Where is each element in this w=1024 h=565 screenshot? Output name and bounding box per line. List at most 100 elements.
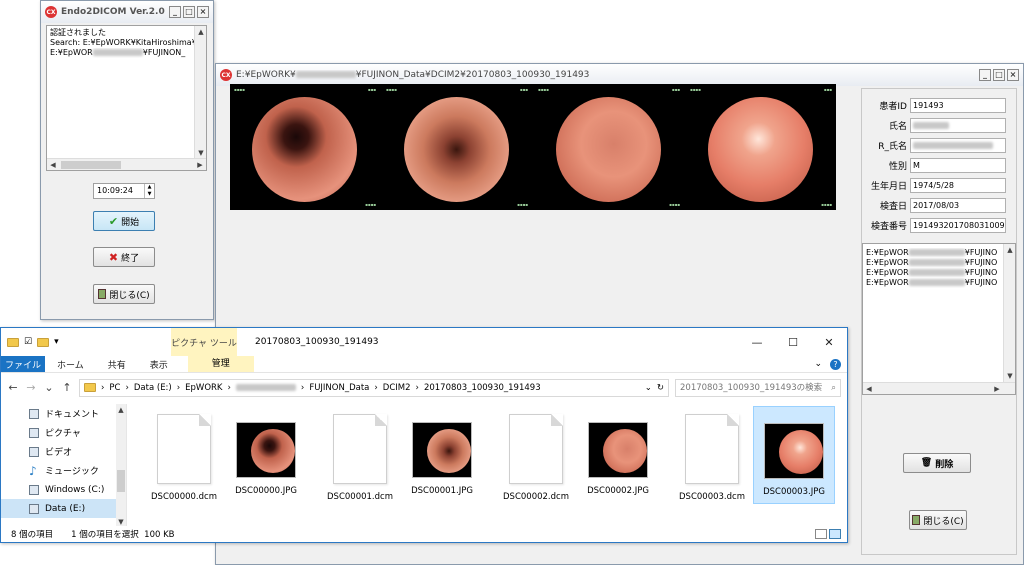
nav-item-videos[interactable]: ビデオ (1, 442, 126, 461)
file-item[interactable]: DSC00000.dcm (143, 406, 225, 504)
scroll-up-icon[interactable]: ▲ (1004, 244, 1016, 256)
refresh-icon[interactable]: ↻ (657, 383, 664, 393)
picture-tools-tab[interactable]: ピクチャ ツール (171, 328, 237, 356)
scroll-left-icon[interactable]: ◀ (863, 383, 875, 395)
maximize-button[interactable]: □ (993, 69, 1005, 81)
tab-share[interactable]: 共有 (96, 358, 138, 371)
properties-icon[interactable]: ☑ (24, 337, 32, 347)
file-item-selected[interactable]: DSC00003.JPG (753, 406, 835, 504)
status-line: E:¥EpWOR ¥FUJINON_ (50, 48, 186, 57)
delete-button[interactable]: 🗑 削除 (903, 453, 971, 473)
trash-icon: 🗑 (920, 458, 933, 468)
nav-item-windows-c[interactable]: Windows (C:) (1, 480, 126, 499)
file-item[interactable]: DSC00002.dcm (495, 406, 577, 504)
tab-home[interactable]: ホーム (45, 358, 96, 371)
scroll-thumb[interactable] (117, 470, 125, 492)
back-icon[interactable]: ← (7, 381, 19, 394)
explorer-titlebar[interactable]: ☑ ▾ ピクチャ ツール 20170803_100930_191493 — ☐ … (1, 328, 847, 356)
close-app-button[interactable]: 閉じる(C) (93, 284, 155, 304)
breadcrumb-item[interactable]: EpWORK (185, 383, 222, 393)
nav-item-pictures[interactable]: ピクチャ (1, 423, 126, 442)
vertical-scrollbar[interactable]: ▲ ▼ (1003, 244, 1015, 382)
status-log[interactable]: 認証されました Search: E:¥EpWORK¥KitaHiroshima¥… (46, 25, 207, 171)
patient-sex-field[interactable]: M (910, 157, 1006, 173)
maximize-button[interactable]: ☐ (775, 336, 811, 349)
breadcrumb-item[interactable]: Data (E:) (134, 383, 172, 393)
breadcrumb-item[interactable]: FUJINON_Data (309, 383, 369, 393)
scroll-up-icon[interactable]: ▲ (116, 404, 126, 416)
patient-dob-field[interactable]: 1974/5/28 (910, 177, 1006, 193)
maximize-button[interactable]: □ (183, 6, 195, 18)
vertical-scrollbar[interactable]: ▲ ▼ (116, 404, 126, 528)
patient-name-field[interactable] (910, 117, 1006, 133)
patient-dob-label: 生年月日 (870, 181, 907, 192)
tab-manage[interactable]: 管理 (187, 356, 254, 372)
endo2dicom-titlebar[interactable]: CX Endo2DICOM Ver.2.0 _ □ × (41, 1, 213, 23)
redacted-text (908, 259, 965, 266)
nav-item-documents[interactable]: ドキュメント (1, 404, 126, 423)
log-line: E:¥EpWOR ¥FUJINO (866, 278, 998, 287)
scroll-down-icon[interactable]: ▼ (1004, 370, 1016, 382)
endoscopy-image[interactable]: ▪▪▪▪ ▪▪▪ ▪▪▪▪ (230, 84, 380, 210)
breadcrumb-item[interactable]: PC (109, 383, 120, 393)
file-item[interactable]: DSC00001.JPG (401, 406, 483, 504)
minimize-button[interactable]: _ (169, 6, 181, 18)
folder-icon[interactable] (7, 337, 19, 347)
help-icon[interactable]: ? (830, 358, 841, 370)
tab-view[interactable]: 表示 (138, 358, 180, 371)
address-bar[interactable]: › PC › Data (E:) › EpWORK › › FUJINON_Da… (79, 378, 669, 397)
file-log-list[interactable]: E:¥EpWOR ¥FUJINO E:¥EpWOR ¥FUJINO E:¥EpWOR… (862, 243, 1016, 395)
breadcrumb-item[interactable]: 20170803_100930_191493 (424, 383, 541, 393)
x-icon: ✖ (108, 250, 119, 264)
scroll-left-icon[interactable]: ◀ (47, 159, 59, 171)
exam-date-field[interactable]: 2017/08/03 (910, 197, 1006, 213)
breadcrumb-item[interactable]: DCIM2 (383, 383, 411, 393)
customize-qa-icon[interactable]: ▾ (54, 337, 59, 347)
recent-locations-icon[interactable]: ⌄ (43, 381, 55, 394)
expand-ribbon-icon[interactable]: ⌄ (814, 359, 822, 369)
breadcrumb-item-redacted[interactable] (235, 384, 296, 391)
nav-item-music[interactable]: ♪ ミュージック (1, 461, 126, 480)
exam-number-field[interactable]: 1914932017080310093 (910, 217, 1006, 233)
address-dropdown-icon[interactable]: ⌄ (645, 383, 652, 393)
scroll-right-icon[interactable]: ▶ (194, 159, 206, 171)
minimize-button[interactable]: _ (979, 69, 991, 81)
new-folder-icon[interactable] (37, 337, 50, 347)
minimize-button[interactable]: — (739, 336, 775, 349)
viewer-titlebar[interactable]: CX E:¥EpWORK¥ ¥FUJINON_Data¥DCIM2¥2017080… (216, 64, 1023, 86)
close-button[interactable]: × (1007, 69, 1019, 81)
close-button[interactable]: ✕ (811, 336, 847, 349)
tab-file[interactable]: ファイル (1, 356, 45, 372)
up-icon[interactable]: ↑ (61, 381, 73, 394)
file-item[interactable]: DSC00001.dcm (319, 406, 401, 504)
close-viewer-button[interactable]: 閉じる(C) (909, 510, 967, 530)
patient-rname-field[interactable] (910, 137, 1006, 153)
patient-id-field[interactable]: 191493 (910, 97, 1006, 113)
forward-icon[interactable]: → (25, 381, 37, 394)
horizontal-scrollbar[interactable]: ◀ ▶ (47, 158, 206, 170)
file-item[interactable]: DSC00003.dcm (671, 406, 753, 504)
file-explorer-window: ☑ ▾ ピクチャ ツール 20170803_100930_191493 — ☐ … (0, 327, 848, 543)
endoscopy-image[interactable]: ▪▪▪▪ ▪▪▪ ▪▪▪▪ (534, 84, 684, 210)
door-icon (912, 515, 921, 525)
endoscopy-image[interactable]: ▪▪▪▪ ▪▪▪ ▪▪▪▪ (686, 84, 836, 210)
details-view-icon[interactable] (815, 529, 827, 539)
file-item[interactable]: DSC00000.JPG (225, 406, 307, 504)
close-button[interactable]: × (197, 6, 209, 18)
time-spinner[interactable]: ▲ ▼ (144, 184, 154, 198)
scroll-up-icon[interactable]: ▲ (195, 26, 207, 38)
start-button[interactable]: ✔ 開始 (93, 211, 155, 231)
search-input[interactable]: 20170803_100930_191493の検索 ⌕ (675, 378, 841, 397)
end-button[interactable]: ✖ 終了 (93, 247, 155, 267)
endoscopy-image[interactable]: ▪▪▪▪ ▪▪▪ ▪▪▪▪ (382, 84, 532, 210)
vertical-scrollbar[interactable]: ▲ ▼ (194, 26, 206, 159)
time-picker[interactable]: 10:09:24 ▲ ▼ (93, 183, 155, 199)
close-label: 閉じる(C) (109, 290, 150, 301)
status-bar: 8 個の項目 1 個の項目を選択 100 KB (1, 526, 847, 542)
file-item[interactable]: DSC00002.JPG (577, 406, 659, 504)
large-icons-view-icon[interactable] (829, 529, 841, 539)
scroll-right-icon[interactable]: ▶ (991, 383, 1003, 395)
nav-item-data-e[interactable]: Data (E:) (1, 499, 126, 518)
scroll-thumb[interactable] (61, 161, 121, 169)
horizontal-scrollbar[interactable]: ◀ ▶ (863, 382, 1015, 394)
